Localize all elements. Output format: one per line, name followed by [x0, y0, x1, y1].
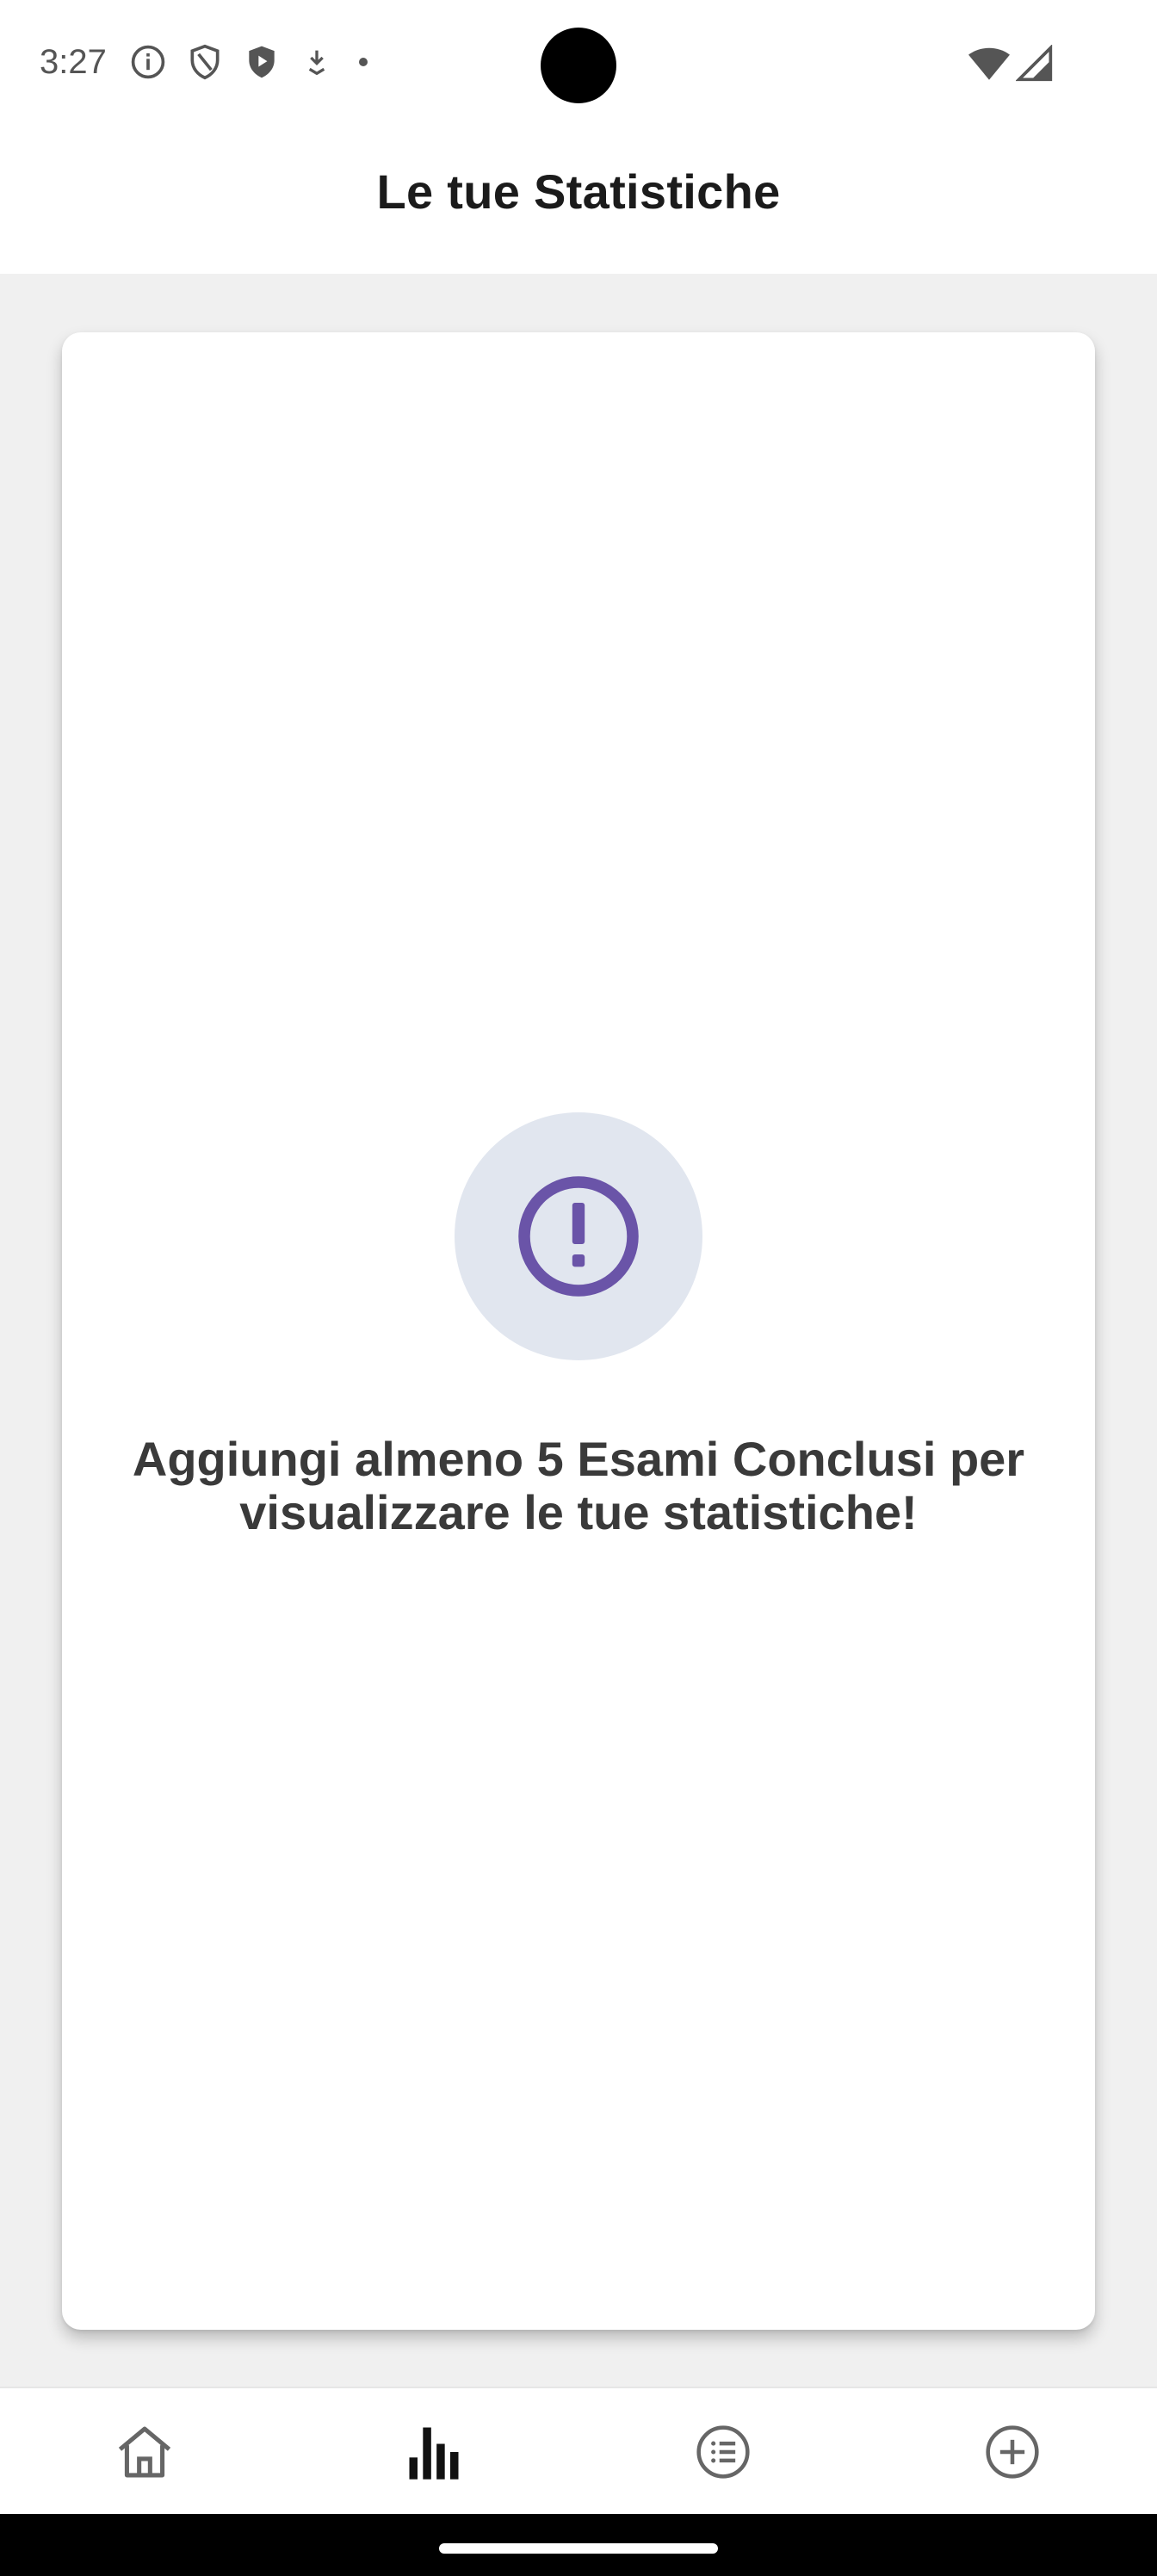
- page-title: Le tue Statistiche: [376, 164, 781, 219]
- bar-chart-icon: [409, 2427, 459, 2480]
- front-camera: [541, 28, 616, 103]
- home-gesture-handle[interactable]: [439, 2543, 718, 2554]
- info-icon: [131, 45, 165, 79]
- download-icon: [308, 50, 325, 76]
- statistics-card: Aggiungi almeno 5 Esami Conclusi per vis…: [62, 332, 1095, 2330]
- nav-statistics[interactable]: [289, 2388, 578, 2516]
- empty-state-message: Aggiungi almeno 5 Esami Conclusi per vis…: [132, 1432, 1025, 1539]
- list-icon: [696, 2425, 750, 2479]
- add-circle-icon: [986, 2425, 1039, 2479]
- app-header: Le tue Statistiche: [0, 129, 1157, 274]
- status-time: 3:27: [40, 43, 107, 81]
- screen: 3:27 Le tue Statistiche Aggiungi almeno …: [0, 0, 1157, 2576]
- alert-circle-icon: [518, 1176, 639, 1297]
- nav-home[interactable]: [0, 2388, 289, 2516]
- nav-exams-list[interactable]: [578, 2388, 868, 2516]
- home-icon: [118, 2426, 171, 2478]
- shield-outline-icon: [190, 44, 220, 80]
- status-icons: [129, 43, 374, 81]
- gesture-navigation-bar: [0, 2514, 1157, 2576]
- bottom-navigation: [0, 2387, 1157, 2514]
- alert-badge: [455, 1112, 702, 1360]
- play-shield-icon: [249, 46, 275, 78]
- nav-add-exam[interactable]: [868, 2388, 1157, 2516]
- dot-icon: [359, 58, 368, 66]
- signal-icon: [1016, 45, 1053, 82]
- wifi-icon: [968, 47, 1010, 80]
- status-bar: 3:27: [0, 0, 1157, 129]
- system-indicators: [968, 45, 1054, 83]
